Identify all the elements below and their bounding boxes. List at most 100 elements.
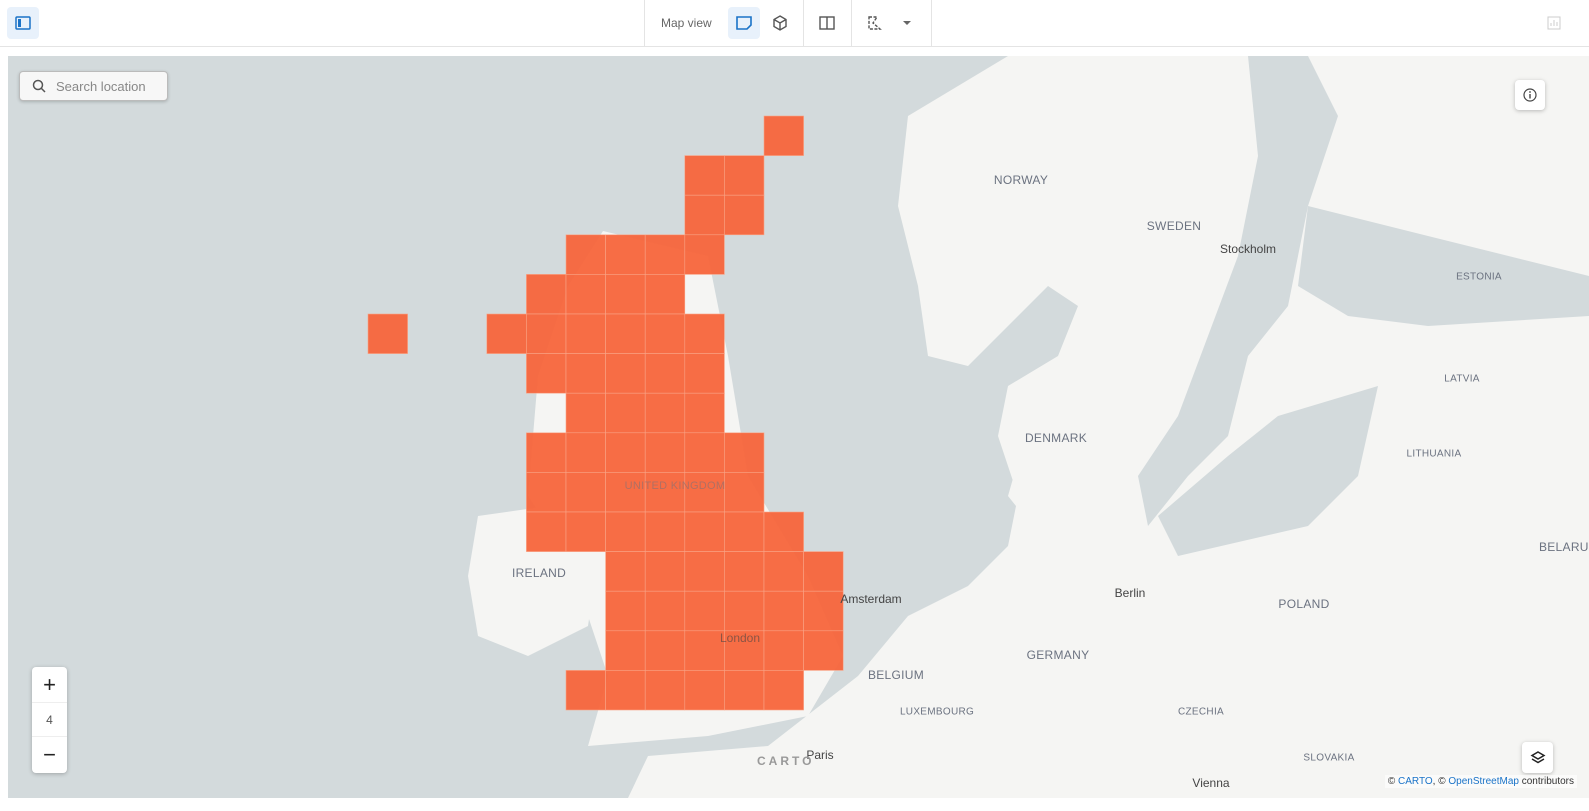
label-lithuania: LITHUANIA: [1406, 448, 1462, 460]
grid-cell[interactable]: [644, 274, 686, 315]
grid-cell[interactable]: [605, 630, 646, 671]
label-germany: GERMANY: [1026, 648, 1090, 662]
grid-cell[interactable]: [684, 511, 725, 552]
grid-cell[interactable]: [684, 194, 725, 236]
grid-cell[interactable]: [644, 353, 686, 394]
grid-cell[interactable]: [565, 313, 606, 354]
draw-tool-button[interactable]: [859, 7, 891, 39]
grid-cell[interactable]: [644, 511, 686, 552]
grid-cell[interactable]: [644, 551, 686, 592]
grid-cell[interactable]: [684, 234, 725, 275]
zoom-out-button[interactable]: −: [32, 737, 67, 772]
grid-cell[interactable]: [763, 670, 804, 711]
grid-cell[interactable]: [684, 392, 725, 434]
grid-cell[interactable]: [526, 472, 567, 513]
grid-cell[interactable]: [684, 313, 725, 354]
grid-cell[interactable]: [565, 274, 606, 315]
grid-cell[interactable]: [605, 392, 646, 434]
grid-cell[interactable]: [565, 432, 606, 473]
osm-link[interactable]: OpenStreetMap: [1448, 776, 1519, 787]
grid-cell[interactable]: [763, 551, 804, 592]
grid-cell[interactable]: [526, 274, 567, 315]
search-placeholder: Search location: [56, 78, 146, 94]
grid-cell[interactable]: [605, 234, 646, 275]
grid-cell[interactable]: [605, 472, 646, 513]
grid-cell[interactable]: [724, 472, 765, 513]
grid-cell[interactable]: [605, 590, 646, 632]
top-toolbar: Map view: [0, 0, 1589, 47]
grid-cell[interactable]: [684, 630, 725, 671]
2d-map-button[interactable]: [728, 7, 760, 39]
grid-cell[interactable]: [684, 155, 725, 196]
grid-cell[interactable]: [605, 313, 646, 354]
map-canvas[interactable]: NORWAY SWEDEN ESTONIA LATVIA LITHUANIA D…: [8, 56, 1589, 798]
grid-cell[interactable]: [684, 590, 725, 632]
label-luxembourg: LUXEMBOURG: [899, 706, 975, 718]
grid-cell[interactable]: [724, 194, 765, 236]
grid-cell[interactable]: [763, 590, 804, 632]
grid-cell[interactable]: [526, 432, 567, 473]
grid-cell[interactable]: [803, 630, 844, 671]
label-latvia: LATVIA: [1444, 373, 1480, 385]
attr-text: , ©: [1432, 776, 1449, 787]
grid-cell[interactable]: [565, 234, 606, 275]
grid-cell[interactable]: [565, 472, 606, 513]
grid-cell[interactable]: [763, 511, 804, 552]
grid-cell[interactable]: [605, 511, 646, 552]
grid-cell[interactable]: [605, 551, 646, 592]
chart-icon: [1547, 16, 1561, 30]
grid-cell[interactable]: [684, 551, 725, 592]
grid-cell[interactable]: [684, 472, 725, 513]
grid-cell[interactable]: [763, 115, 804, 156]
draw-dropdown-button[interactable]: [896, 12, 918, 34]
grid-cell[interactable]: [684, 432, 725, 473]
grid-cell[interactable]: [724, 432, 765, 473]
label-poland: POLAND: [1278, 597, 1330, 611]
grid-cell[interactable]: [684, 353, 725, 394]
grid-cell[interactable]: [644, 472, 686, 513]
grid-cell[interactable]: [605, 274, 646, 315]
search-location-input[interactable]: Search location: [19, 71, 168, 101]
search-icon: [32, 79, 46, 93]
grid-cell[interactable]: [644, 670, 686, 711]
grid-cell[interactable]: [724, 551, 765, 592]
grid-cell[interactable]: [644, 630, 686, 671]
grid-cell[interactable]: [644, 313, 686, 354]
grid-cell[interactable]: [644, 392, 686, 434]
grid-cell[interactable]: [803, 551, 844, 592]
sidebar-toggle-icon: [15, 16, 31, 30]
sidebar-toggle-button[interactable]: [7, 7, 39, 39]
grid-cell[interactable]: [605, 670, 646, 711]
label-ireland: IRELAND: [511, 566, 567, 580]
grid-cell[interactable]: [367, 313, 408, 354]
grid-cell[interactable]: [724, 590, 765, 632]
grid-cell[interactable]: [605, 353, 646, 394]
grid-cell[interactable]: [565, 511, 606, 552]
grid-cell[interactable]: [565, 392, 606, 434]
label-uk: UNITED KINGDOM: [624, 480, 726, 492]
grid-cell[interactable]: [486, 313, 527, 354]
grid-cell[interactable]: [565, 353, 606, 394]
split-view-button[interactable]: [811, 7, 843, 39]
layers-button[interactable]: [1522, 742, 1553, 773]
grid-cell[interactable]: [724, 155, 765, 196]
grid-cell[interactable]: [724, 511, 765, 552]
grid-cell[interactable]: [644, 234, 686, 275]
grid-cell[interactable]: [684, 670, 725, 711]
3d-view-button[interactable]: [764, 7, 796, 39]
grid-cell[interactable]: [526, 313, 567, 354]
grid-cell[interactable]: [526, 353, 567, 394]
grid-cell[interactable]: [565, 670, 606, 711]
info-button[interactable]: [1515, 80, 1545, 110]
grid-cell[interactable]: [724, 670, 765, 711]
grid-cell[interactable]: [763, 630, 804, 671]
widgets-button[interactable]: [1544, 13, 1564, 33]
carto-link[interactable]: CARTO: [1398, 776, 1433, 787]
grid-cell[interactable]: [526, 511, 567, 552]
attr-text: ©: [1387, 776, 1399, 787]
zoom-in-button[interactable]: +: [32, 667, 67, 702]
grid-cell[interactable]: [644, 590, 686, 632]
grid-cell[interactable]: [803, 590, 844, 632]
grid-cell[interactable]: [605, 432, 646, 473]
grid-cell[interactable]: [644, 432, 686, 473]
